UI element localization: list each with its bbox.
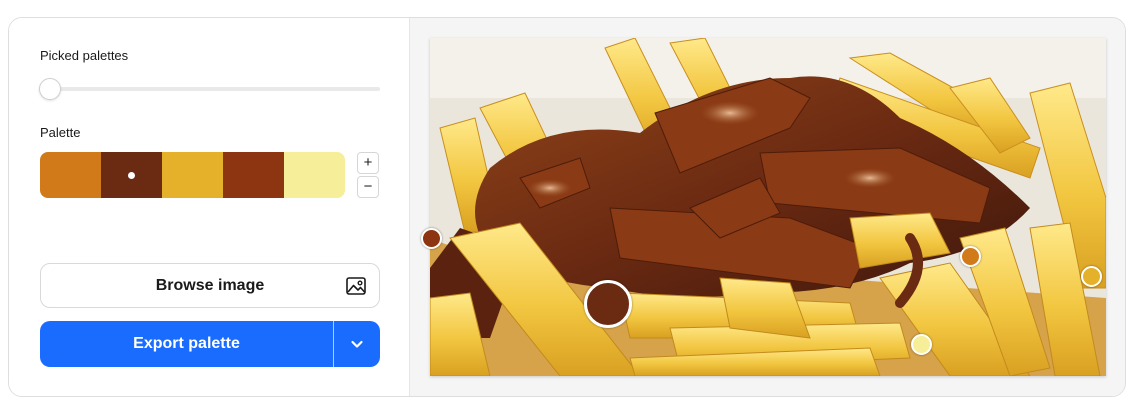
add-color-button[interactable]: + — [357, 152, 379, 174]
poutine-fries-photo — [430, 38, 1106, 376]
palette-swatch[interactable] — [223, 152, 284, 198]
palette-swatch[interactable] — [284, 152, 345, 198]
palette-size-stepper: + − — [357, 152, 379, 198]
export-palette-button[interactable]: Export palette — [40, 321, 333, 367]
remove-color-button[interactable]: − — [357, 176, 379, 198]
palette-swatch[interactable] — [40, 152, 101, 198]
image-icon — [346, 277, 366, 295]
controls-panel: Picked palettes Palette + − Browse image… — [9, 18, 409, 396]
palette-label: Palette — [40, 125, 81, 140]
color-picker-3[interactable] — [960, 246, 981, 267]
browse-image-button[interactable]: Browse image — [40, 263, 380, 308]
chevron-down-icon — [351, 340, 363, 348]
palette-swatch[interactable] — [162, 152, 223, 198]
export-options-dropdown[interactable] — [334, 321, 380, 367]
color-picker-2[interactable] — [584, 280, 632, 328]
palette-swatches — [40, 152, 345, 198]
picked-palettes-slider-track[interactable] — [40, 87, 380, 91]
palette-swatch[interactable] — [101, 152, 162, 198]
color-picker-1[interactable] — [421, 228, 442, 249]
selected-indicator — [128, 171, 135, 179]
export-palette-button-group: Export palette — [40, 321, 380, 367]
color-picker-5[interactable] — [911, 334, 932, 355]
browse-image-label: Browse image — [155, 277, 265, 294]
palette-generator-card: Picked palettes Palette + − Browse image… — [8, 17, 1126, 397]
image-preview-panel — [409, 18, 1125, 396]
color-picker-4[interactable] — [1081, 266, 1102, 287]
picked-palettes-label: Picked palettes — [40, 48, 129, 63]
source-image — [430, 38, 1106, 376]
picked-palettes-slider-thumb[interactable] — [39, 78, 61, 100]
export-palette-label: Export palette — [133, 335, 240, 352]
